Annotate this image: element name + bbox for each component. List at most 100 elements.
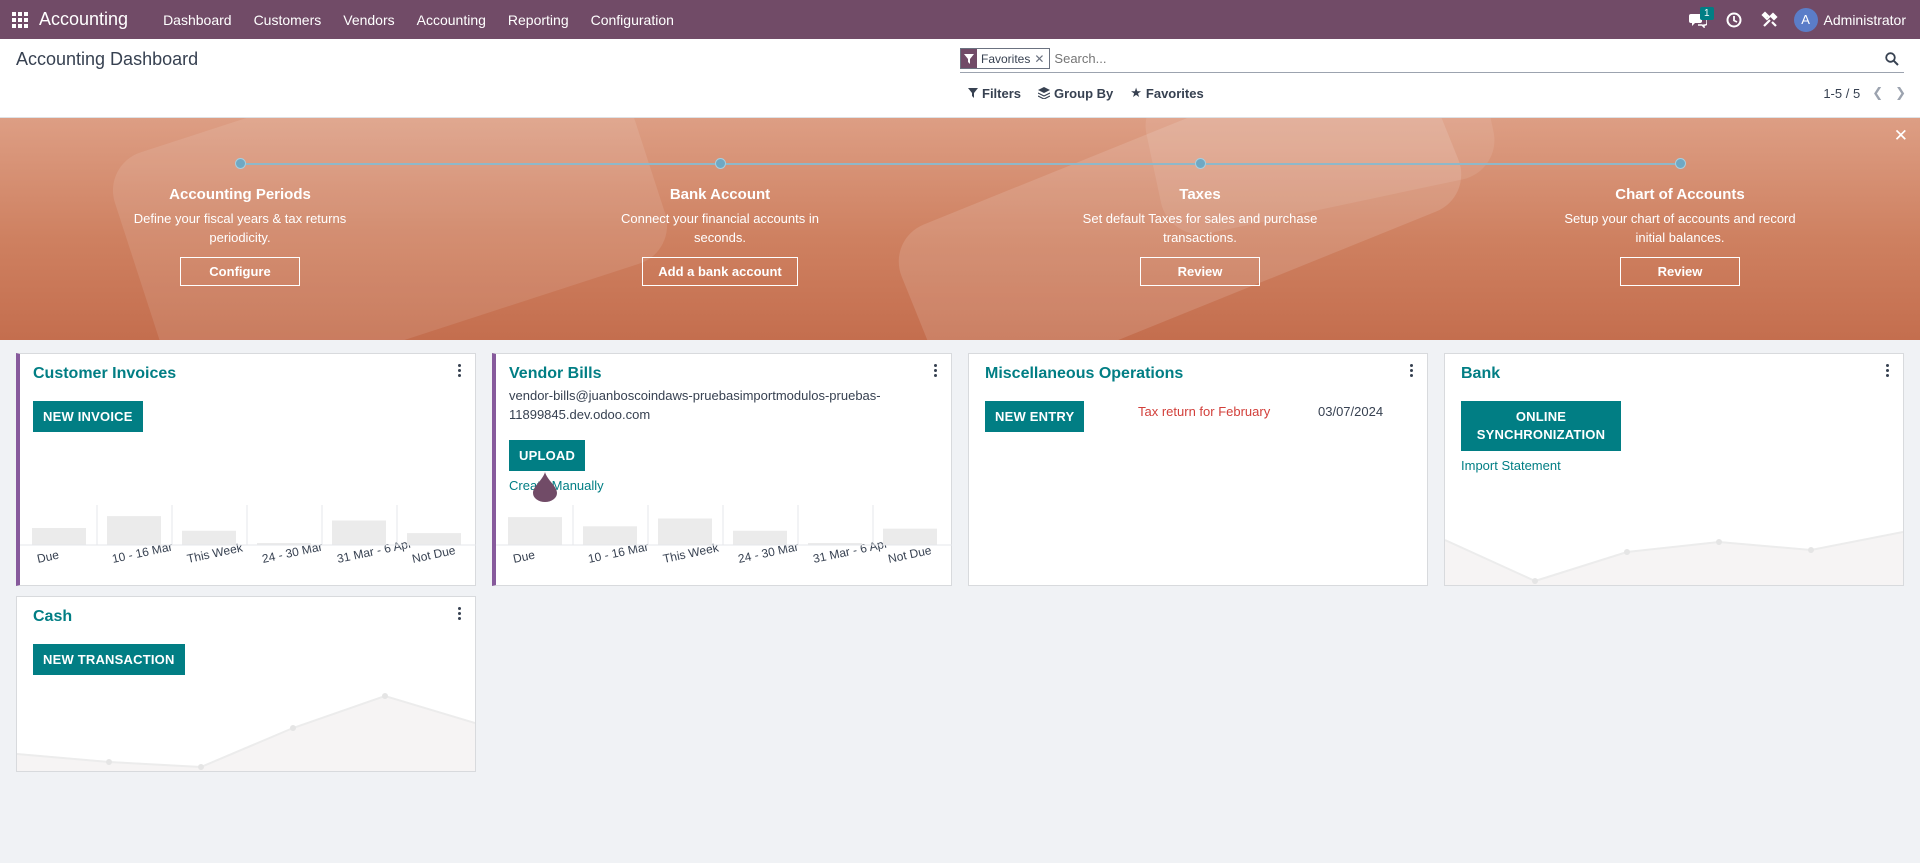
user-name[interactable]: Administrator <box>1824 12 1906 28</box>
tax-return-link[interactable]: Tax return for February <box>1138 404 1270 419</box>
search-input[interactable] <box>1054 51 1880 66</box>
drop-cursor-icon <box>533 472 557 502</box>
filters-label: Filters <box>982 85 1022 101</box>
bar-4[interactable] <box>332 520 386 545</box>
step-title: Chart of Accounts <box>1615 186 1745 203</box>
invoices-bar-graph[interactable]: Due 10 - 16 Mar This Week 24 - 30 Mar 31 Mar… <box>20 485 476 585</box>
filter-icon <box>961 49 977 68</box>
online-synchronization-button[interactable]: ONLINE SYNCHRONIZATION <box>1461 401 1621 451</box>
step-taxes: Taxes Set default Taxes for sales and pu… <box>1050 186 1350 286</box>
journal-card-customer-invoices: Customer Invoices NEW INVOICE Due 10 - 16… <box>16 353 476 586</box>
step-dot-3 <box>1195 158 1206 169</box>
step-title: Bank Account <box>669 186 771 203</box>
pager-value[interactable]: 1-5 / 5 <box>1823 86 1860 101</box>
top-navbar: Accounting Dashboard Customers Vendors A… <box>0 0 1920 39</box>
button-line: SYNCHRONIZATION <box>1476 427 1606 442</box>
review-taxes-button[interactable]: Review <box>1140 257 1260 286</box>
card-title[interactable]: Cash <box>33 608 72 626</box>
step-dot-2 <box>715 158 726 169</box>
review-chart-button[interactable]: Review <box>1620 257 1740 286</box>
group-by-label: Group By <box>1054 85 1114 101</box>
filter-icon <box>968 88 978 98</box>
bar-label: Due <box>512 548 537 566</box>
favorites-label: Favorites <box>1145 85 1204 101</box>
pager-previous-icon[interactable]: ❮ <box>1872 85 1883 101</box>
step-title: Taxes <box>1179 186 1221 203</box>
card-title[interactable]: Miscellaneous Operations <box>985 365 1183 383</box>
debug-tools-icon[interactable] <box>1752 0 1788 39</box>
card-title[interactable]: Customer Invoices <box>33 365 176 383</box>
menu-vendors[interactable]: Vendors <box>332 0 405 39</box>
filters-button[interactable]: Filters <box>960 86 1030 101</box>
card-title[interactable]: Bank <box>1461 365 1500 383</box>
kebab-menu-icon[interactable] <box>934 364 937 377</box>
menu-customers[interactable]: Customers <box>243 0 333 39</box>
bank-line-graph[interactable] <box>1445 505 1903 585</box>
bar-2[interactable] <box>658 518 712 545</box>
journal-card-bank: Bank ONLINE SYNCHRONIZATION Import State… <box>1444 353 1904 586</box>
tax-return-date: 03/07/2024 <box>1318 404 1384 419</box>
menu-reporting[interactable]: Reporting <box>497 0 580 39</box>
progress-line <box>240 163 1680 165</box>
step-dot-1 <box>235 158 246 169</box>
kebab-menu-icon[interactable] <box>458 364 461 377</box>
layers-icon <box>1038 87 1051 99</box>
step-bank-account: Bank Account Connect your financial acco… <box>570 186 870 286</box>
step-description: Setup your chart of accounts and record … <box>1564 211 1796 245</box>
group-by-button[interactable]: Group By <box>1030 86 1122 101</box>
journal-card-cash: Cash NEW TRANSACTION <box>16 596 476 772</box>
step-description: Set default Taxes for sales and purchase… <box>1082 211 1318 245</box>
import-statement-link[interactable]: Import Statement <box>1461 458 1561 473</box>
search-bar: Favorites ✕ <box>960 45 1904 73</box>
new-invoice-button[interactable]: NEW INVOICE <box>33 401 143 432</box>
menu-dashboard[interactable]: Dashboard <box>152 0 243 39</box>
configure-button[interactable]: Configure <box>180 257 300 286</box>
search-options: Filters Group By ★ Favorites <box>960 85 1213 101</box>
kebab-menu-icon[interactable] <box>1886 364 1889 377</box>
add-bank-account-button[interactable]: Add a bank account <box>642 257 798 286</box>
facet-remove-icon[interactable]: ✕ <box>1034 52 1049 66</box>
step-title: Accounting Periods <box>169 186 311 203</box>
bar-0[interactable] <box>508 517 562 545</box>
kebab-menu-icon[interactable] <box>1410 364 1413 377</box>
button-line: ONLINE <box>1515 409 1567 424</box>
app-brand[interactable]: Accounting <box>39 9 128 30</box>
control-panel: Accounting Dashboard Favorites ✕ Filters… <box>0 39 1920 118</box>
onboarding-banner: ✕ Accounting Periods Define your fiscal … <box>0 118 1920 340</box>
activity-clock-icon[interactable] <box>1716 0 1752 39</box>
star-icon: ★ <box>1130 85 1142 100</box>
card-title[interactable]: Vendor Bills <box>509 365 601 383</box>
journal-card-misc-operations: Miscellaneous Operations NEW ENTRY Tax r… <box>968 353 1428 586</box>
bar-1[interactable] <box>107 516 161 545</box>
bills-bar-graph[interactable]: Due 10 - 16 Mar This Week 24 - 30 Mar 31 Mar… <box>496 485 952 585</box>
menu-accounting[interactable]: Accounting <box>406 0 497 39</box>
step-dot-4 <box>1675 158 1686 169</box>
bar-label: Due <box>36 548 61 566</box>
cash-line-graph[interactable] <box>17 691 475 771</box>
new-transaction-button[interactable]: NEW TRANSACTION <box>33 644 185 675</box>
banner-close-icon[interactable]: ✕ <box>1894 126 1908 146</box>
messages-badge: 1 <box>1699 7 1714 20</box>
menu-configuration[interactable]: Configuration <box>580 0 685 39</box>
bar-label: Not Due <box>411 543 457 566</box>
pager-next-icon[interactable]: ❯ <box>1895 85 1906 101</box>
favorites-button[interactable]: ★ Favorites <box>1122 85 1212 101</box>
pager: 1-5 / 5 ❮ ❯ <box>1823 85 1906 101</box>
user-avatar[interactable]: A <box>1793 7 1818 32</box>
apps-menu-icon[interactable] <box>0 0 39 39</box>
step-description: Define your fiscal years & tax returns p… <box>133 211 347 245</box>
journal-card-vendor-bills: Vendor Bills vendor-bills@juanboscoindaw… <box>492 353 952 586</box>
bar-label: 31 Mar - 6 Apr <box>812 536 889 566</box>
upload-button[interactable]: UPLOAD <box>509 440 586 471</box>
search-facet-favorites[interactable]: Favorites ✕ <box>960 48 1051 69</box>
bar-0[interactable] <box>32 528 86 545</box>
bar-1[interactable] <box>583 526 637 545</box>
vendor-bills-email[interactable]: vendor-bills@juanboscoindaws-pruebasimpo… <box>509 386 929 424</box>
kebab-menu-icon[interactable] <box>458 607 461 620</box>
page-title: Accounting Dashboard <box>16 49 199 69</box>
step-chart-of-accounts: Chart of Accounts Setup your chart of ac… <box>1530 186 1830 286</box>
messages-icon[interactable]: 1 <box>1680 0 1716 39</box>
search-icon[interactable] <box>1880 51 1904 66</box>
new-entry-button[interactable]: NEW ENTRY <box>985 401 1085 432</box>
step-description: Connect your financial accounts in secon… <box>620 211 819 245</box>
